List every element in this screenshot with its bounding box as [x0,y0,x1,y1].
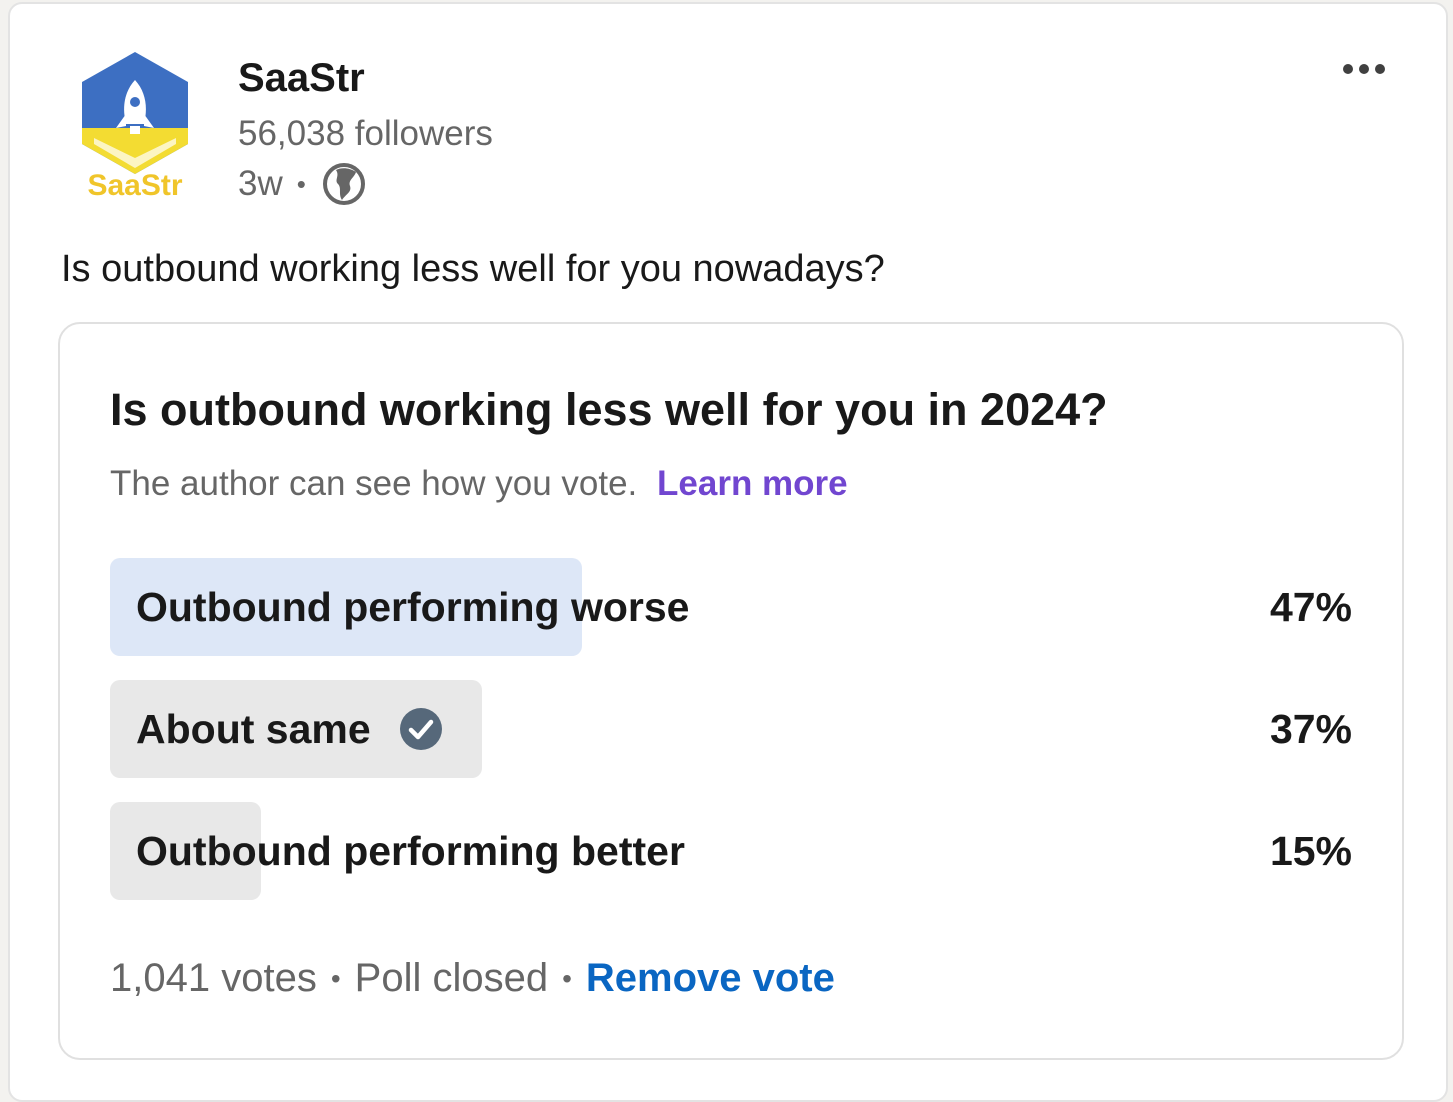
poll-option-label: About same [136,680,443,778]
poll-privacy-note: The author can see how you vote. Learn m… [110,464,848,504]
poll-status: Poll closed [354,956,549,1000]
poll-option-worse[interactable]: Outbound performing worse 47% [110,558,1352,656]
checkmark-icon [399,708,442,750]
privacy-note-text: The author can see how you vote. [110,464,638,503]
poll-option-better[interactable]: Outbound performing better 15% [110,802,1352,900]
globe-icon [322,163,365,205]
svg-text:SaaStr: SaaStr [87,169,182,202]
learn-more-link[interactable]: Learn more [657,464,848,503]
footer-separator: • [330,962,341,994]
remove-vote-link[interactable]: Remove vote [586,956,835,1001]
poll-option-label: Outbound performing worse [136,584,690,630]
meta-separator: • [296,168,306,199]
poll-option-percent: 47% [1269,584,1352,630]
poll-option-percent: 15% [1269,828,1352,874]
poll-card: Is outbound working less well for you in… [58,322,1404,1060]
poll-footer: 1,041 votes • Poll closed • Remove vote [110,956,835,1001]
post-text: Is outbound working less well for you no… [61,248,885,290]
footer-separator: • [562,962,572,994]
poll-option-percent: 37% [1269,706,1352,752]
post-meta: 3w • [238,162,366,206]
poll-option-label: Outbound performing better [136,828,685,874]
follower-count: 56,038 followers [238,114,493,153]
poll-option-same[interactable]: About same 37% [110,680,1352,778]
vote-count: 1,041 votes [110,956,317,1000]
more-options-button[interactable] [1340,52,1388,86]
saastr-logo[interactable]: SaaStr [76,50,194,202]
post-time: 3w [238,164,283,203]
poll-question: Is outbound working less well for you in… [110,384,1108,435]
author-name[interactable]: SaaStr [238,56,365,101]
post-card: SaaStr SaaStr 56,038 followers 3w • Is o… [8,2,1448,1102]
more-horizontal-icon [1343,64,1385,74]
